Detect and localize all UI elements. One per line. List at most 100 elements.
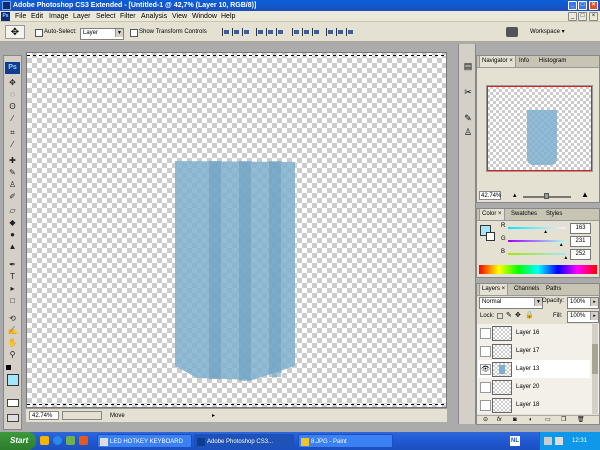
blue-value-field[interactable]: 252 xyxy=(570,249,591,260)
workspace-menu[interactable]: Workspace ▾ xyxy=(530,28,565,36)
red-channel-slider[interactable] xyxy=(508,227,566,229)
maximize-button[interactable]: □ xyxy=(578,1,587,10)
layers-scroll-thumb[interactable] xyxy=(592,344,598,374)
navigator-zoom-field[interactable]: 42.74% xyxy=(479,191,501,200)
zoom-tool-icon[interactable]: ⚲ xyxy=(7,350,18,359)
taskbar-photoshop[interactable]: Adobe Photoshop CS3... xyxy=(194,434,294,448)
hand-tool-icon[interactable]: ✋ xyxy=(7,338,18,347)
layer-row[interactable]: Layer 18 xyxy=(478,396,590,414)
pen-tool-icon[interactable]: ✒ xyxy=(7,260,18,269)
distribute-hcenter-icon[interactable] xyxy=(336,28,345,36)
layer-row[interactable]: 👁 Layer 13 xyxy=(478,360,590,379)
lasso-tool-icon[interactable]: ʘ xyxy=(7,102,18,111)
blue-channel-slider[interactable] xyxy=(508,253,566,255)
blur-tool-icon[interactable]: ▲ xyxy=(7,242,18,251)
distribute-left-icon[interactable] xyxy=(326,28,335,36)
taskbar-paint[interactable]: 8.JPG - Paint xyxy=(298,434,393,448)
distribute-vcenter-icon[interactable] xyxy=(302,28,311,36)
tray-volume-icon[interactable] xyxy=(555,437,563,445)
close-button[interactable]: × xyxy=(589,1,598,10)
start-button[interactable]: Start xyxy=(0,432,36,450)
minimize-button[interactable]: _ xyxy=(568,1,577,10)
quicklaunch-folder-icon[interactable] xyxy=(40,436,49,445)
menu-edit[interactable]: Edit xyxy=(31,11,43,22)
blue-slider-thumb[interactable]: ▲ xyxy=(563,255,568,261)
quick-mask-icon[interactable] xyxy=(7,399,19,407)
tab-styles[interactable]: Styles xyxy=(544,209,564,220)
layer-row[interactable]: Layer 20 xyxy=(478,378,590,397)
align-right-icon[interactable] xyxy=(276,28,285,36)
zoom-level-field[interactable]: 42.74% xyxy=(29,411,59,420)
workspace-icon[interactable] xyxy=(506,27,518,37)
clone-source-icon[interactable]: ♙ xyxy=(462,126,474,138)
navigator-zoom-thumb[interactable] xyxy=(544,193,549,199)
distribute-bottom-icon[interactable] xyxy=(312,28,321,36)
default-colors-icon[interactable] xyxy=(6,365,11,370)
zoom-in-icon[interactable]: ▲ xyxy=(581,191,589,199)
adjustment-layer-icon[interactable]: ◐ xyxy=(529,416,533,425)
menu-select[interactable]: Select xyxy=(96,11,115,22)
doc-close-button[interactable]: × xyxy=(589,12,598,21)
paint-bucket-icon[interactable]: ◆ xyxy=(7,218,18,227)
red-slider-thumb[interactable]: ▲ xyxy=(543,229,548,235)
green-slider-thumb[interactable]: ▲ xyxy=(559,242,564,248)
visibility-eye-icon[interactable]: 👁 xyxy=(480,364,491,375)
crop-tool-icon[interactable]: ⌗ xyxy=(7,128,18,137)
lock-pixels-icon[interactable]: ✎ xyxy=(506,312,512,319)
path-select-icon[interactable]: ▸ xyxy=(7,284,18,293)
menu-analysis[interactable]: Analysis xyxy=(141,11,167,22)
magic-wand-icon[interactable]: ⁄ xyxy=(7,114,18,123)
quicklaunch-app-icon[interactable] xyxy=(79,436,88,445)
menu-view[interactable]: View xyxy=(172,11,187,22)
history-brush-icon[interactable]: ✐ xyxy=(7,192,18,201)
notes-tool-icon[interactable]: ✍ xyxy=(7,326,18,335)
tab-info[interactable]: Info xyxy=(517,56,531,67)
quicklaunch-media-icon[interactable] xyxy=(66,436,75,445)
healing-brush-icon[interactable]: ✚ xyxy=(7,156,18,165)
opacity-field[interactable]: 100% ▸ xyxy=(567,297,599,309)
color-background-swatch[interactable] xyxy=(486,232,495,241)
show-transform-checkbox[interactable] xyxy=(130,29,138,37)
brushes-panel-icon[interactable]: ✎ xyxy=(462,112,474,124)
blend-mode-dropdown[interactable]: Normal ▼ xyxy=(479,297,543,309)
auto-select-dropdown[interactable]: Layer ▼ xyxy=(80,28,124,40)
eraser-tool-icon[interactable]: ▱ xyxy=(7,206,18,215)
doc-minimize-button[interactable]: _ xyxy=(568,12,577,21)
new-layer-icon[interactable]: ❐ xyxy=(561,416,566,425)
menu-image[interactable]: Image xyxy=(49,11,68,22)
move-tool-preset-icon[interactable]: ✥ xyxy=(5,25,25,39)
tab-layers[interactable]: Layers × xyxy=(479,284,509,295)
green-value-field[interactable]: 231 xyxy=(570,236,591,247)
status-menu-arrow[interactable]: ▸ xyxy=(212,412,215,419)
zoom-out-icon[interactable]: ▴ xyxy=(513,192,517,199)
link-layers-icon[interactable]: ⊝ xyxy=(483,416,488,425)
screen-mode-icon[interactable] xyxy=(7,414,19,422)
document-canvas[interactable] xyxy=(26,52,447,408)
foreground-color-swatch[interactable] xyxy=(7,374,19,386)
layer-mask-icon[interactable]: ◙ xyxy=(513,416,517,425)
move-tool-icon[interactable]: ✥ xyxy=(7,78,18,87)
menu-filter[interactable]: Filter xyxy=(120,11,136,22)
tab-histogram[interactable]: Histogram xyxy=(537,56,568,67)
eyedropper-icon[interactable]: ⁄ xyxy=(7,140,18,149)
menu-window[interactable]: Window xyxy=(192,11,217,22)
visibility-eye-icon[interactable] xyxy=(480,382,491,393)
new-group-icon[interactable]: ▭ xyxy=(545,416,551,425)
visibility-eye-icon[interactable] xyxy=(480,346,491,357)
tray-network-icon[interactable] xyxy=(544,437,552,445)
lock-position-icon[interactable]: ✥ xyxy=(515,312,521,319)
layer-style-icon[interactable]: fx xyxy=(497,416,502,425)
auto-select-checkbox[interactable] xyxy=(35,29,43,37)
language-indicator[interactable]: NL xyxy=(510,436,520,446)
tab-swatches[interactable]: Swatches xyxy=(509,209,539,220)
menu-help[interactable]: Help xyxy=(221,11,235,22)
marquee-tool-icon[interactable]: ◌ xyxy=(7,90,18,99)
tab-color[interactable]: Color × xyxy=(479,209,505,220)
menu-file[interactable]: File xyxy=(15,11,26,22)
tool-presets-icon[interactable]: ✂ xyxy=(462,86,474,98)
align-left-icon[interactable] xyxy=(256,28,265,36)
distribute-right-icon[interactable] xyxy=(346,28,355,36)
visibility-eye-icon[interactable] xyxy=(480,400,491,411)
delete-layer-icon[interactable]: 🗑 xyxy=(577,416,585,425)
navigator-thumbnail[interactable] xyxy=(486,85,593,172)
